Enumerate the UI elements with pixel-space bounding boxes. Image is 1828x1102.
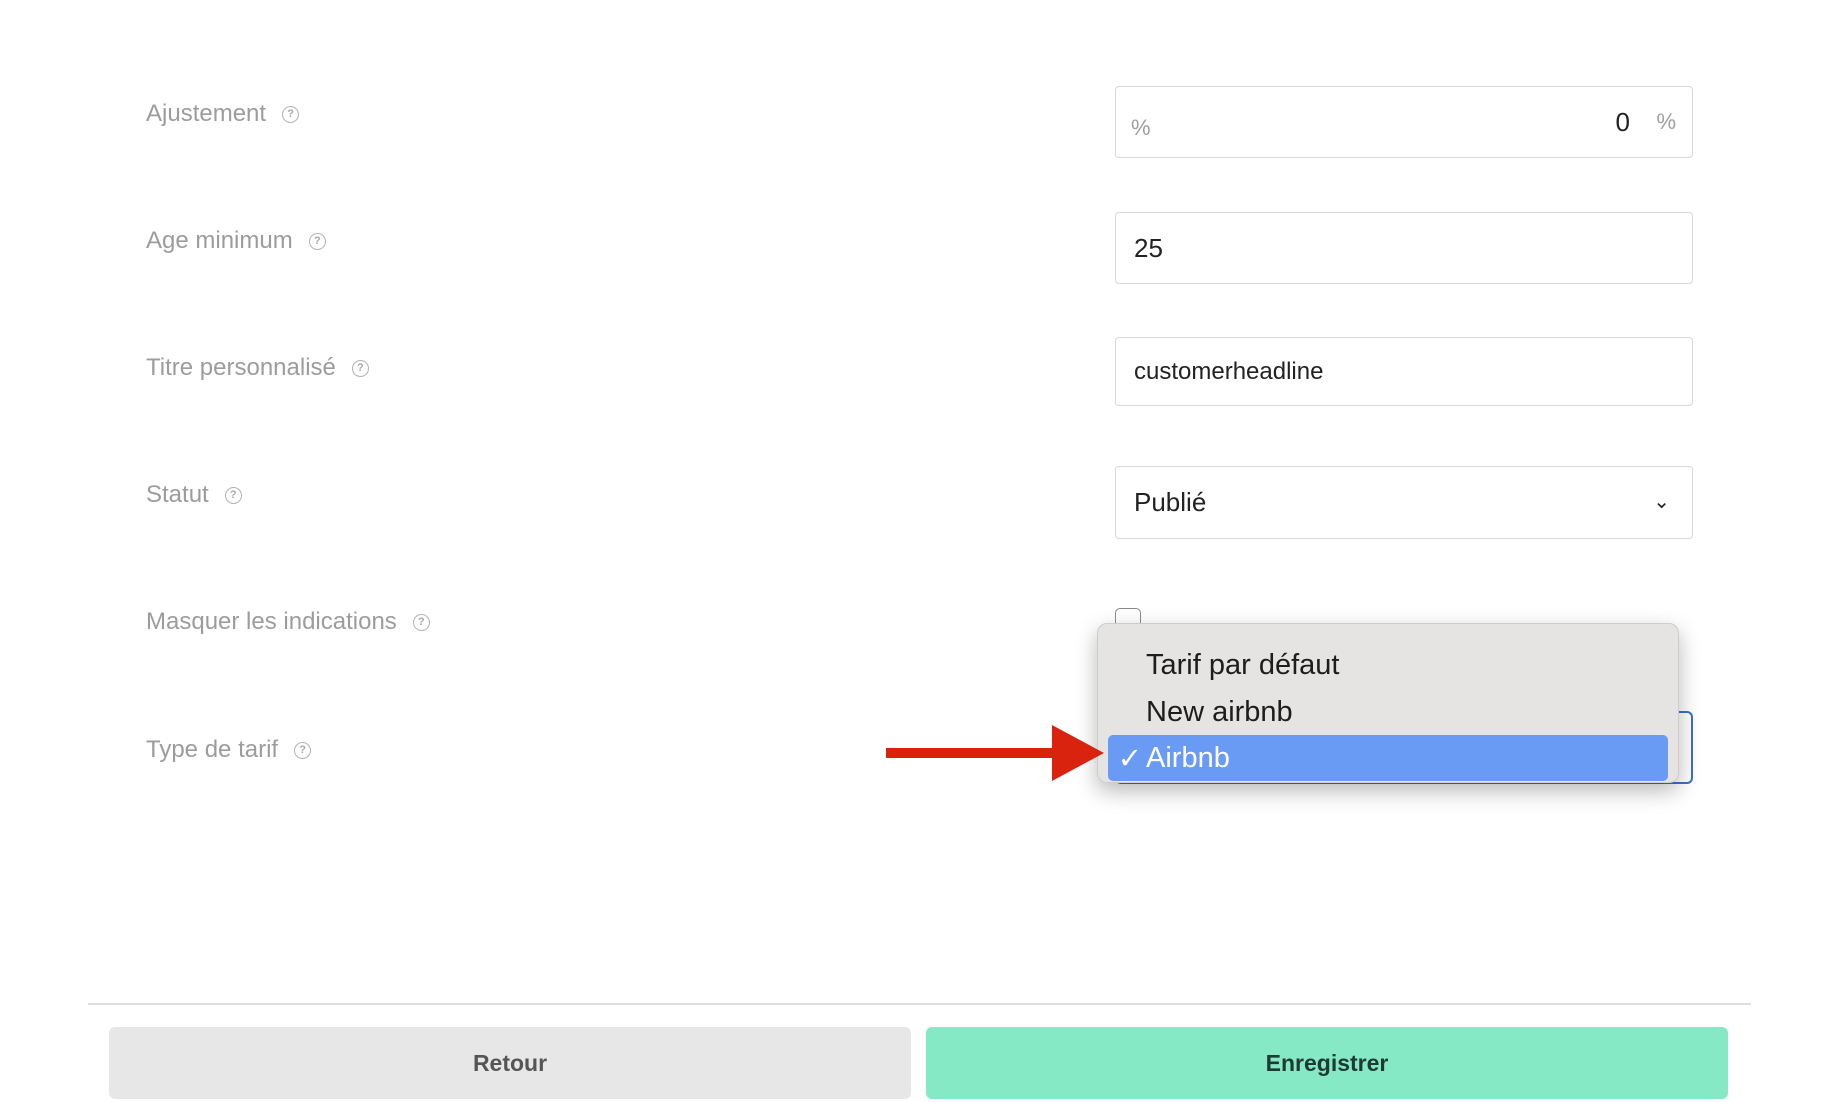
ajustement-label: Ajustement ? <box>146 100 300 128</box>
age-minimum-input[interactable]: 25 <box>1115 212 1693 284</box>
dropdown-option-new-airbnb[interactable]: New airbnb <box>1108 690 1668 734</box>
help-icon[interactable]: ? <box>308 232 326 250</box>
red-arrow-icon <box>886 725 1104 781</box>
back-button[interactable]: Retour <box>109 1027 911 1099</box>
titre-personnalise-label: Titre personnalisé ? <box>146 354 369 382</box>
type-de-tarif-dropdown: Tarif par défaut New airbnb ✓ Airbnb <box>1097 623 1679 783</box>
type-de-tarif-label: Type de tarif ? <box>146 736 312 764</box>
chevron-down-icon: ⌄ <box>1653 491 1670 513</box>
statut-selected-value: Publié <box>1134 487 1207 517</box>
ajustement-input[interactable]: % 0 % <box>1115 86 1693 158</box>
statut-select[interactable]: Publié ⌄ <box>1115 466 1693 539</box>
footer-divider <box>88 1003 1751 1005</box>
ajustement-suffix: % <box>1656 109 1676 134</box>
help-icon[interactable]: ? <box>412 613 430 631</box>
help-icon[interactable]: ? <box>282 105 300 123</box>
dropdown-option-airbnb[interactable]: ✓ Airbnb <box>1108 735 1668 781</box>
age-minimum-label: Age minimum ? <box>146 227 326 255</box>
age-minimum-value: 25 <box>1134 232 1163 263</box>
save-button[interactable]: Enregistrer <box>926 1027 1728 1099</box>
help-icon[interactable]: ? <box>224 486 242 504</box>
titre-personnalise-input[interactable]: customerheadline <box>1115 337 1693 406</box>
masquer-indications-label: Masquer les indications ? <box>146 608 430 636</box>
titre-personnalise-value: customerheadline <box>1134 357 1324 385</box>
checkmark-icon: ✓ <box>1117 742 1142 775</box>
dropdown-option-tarif-par-defaut[interactable]: Tarif par défaut <box>1108 643 1668 687</box>
ajustement-prefix: % <box>1131 115 1151 140</box>
statut-label: Statut ? <box>146 481 242 509</box>
ajustement-value: 0 <box>1615 107 1630 137</box>
help-icon[interactable]: ? <box>294 741 312 759</box>
help-icon[interactable]: ? <box>351 359 369 377</box>
